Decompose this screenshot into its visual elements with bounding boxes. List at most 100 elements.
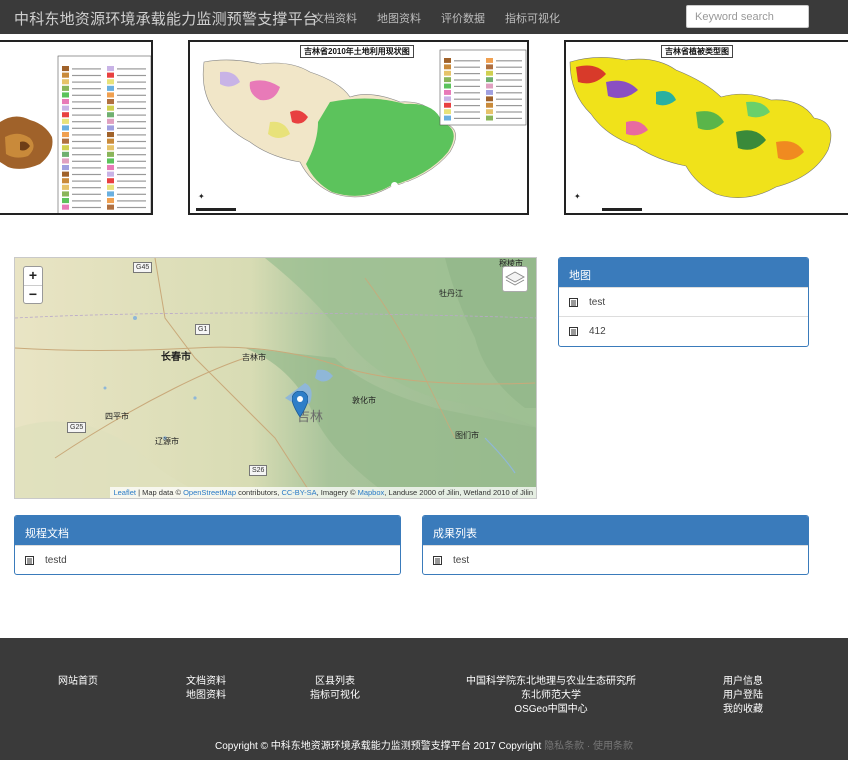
footer-link-counties[interactable]: 区县列表 bbox=[310, 675, 360, 689]
legend-text-line bbox=[496, 92, 522, 94]
list-item-label: 412 bbox=[589, 325, 606, 337]
legend-swatch bbox=[62, 85, 69, 91]
footer-col-data: 区县列表 指标可视化 bbox=[310, 675, 360, 703]
legend-text-line bbox=[454, 105, 480, 107]
legend-text-line bbox=[496, 73, 522, 75]
site-footer: 网站首页 文档资料 地图资料 区县列表 指标可视化 中国科学院东北地理与农业生态… bbox=[0, 638, 848, 760]
footer-link-login[interactable]: 用户登陆 bbox=[723, 689, 763, 703]
legend-swatch bbox=[62, 138, 69, 144]
list-item[interactable]: test bbox=[559, 287, 808, 316]
legend-text-line bbox=[117, 187, 146, 189]
panel-docs: 规程文档 testd bbox=[14, 515, 401, 575]
carousel-dot-1[interactable] bbox=[391, 182, 398, 189]
panel-results-title: 成果列表 bbox=[423, 516, 808, 545]
legend-swatch bbox=[107, 151, 114, 157]
legend-swatch bbox=[486, 109, 493, 115]
legend-swatch bbox=[62, 105, 69, 111]
list-item[interactable]: test bbox=[423, 545, 808, 574]
footer-link-home[interactable]: 网站首页 bbox=[58, 675, 98, 689]
city-label-liaoyuan: 辽源市 bbox=[155, 437, 179, 446]
legend-text-line bbox=[454, 117, 480, 119]
legend-swatch bbox=[107, 85, 114, 91]
privacy-link[interactable]: 隐私条款 bbox=[544, 741, 584, 752]
map-marker-icon[interactable] bbox=[292, 391, 308, 417]
legend-text-line bbox=[117, 101, 146, 103]
city-label-jilin: 吉林市 bbox=[242, 353, 266, 362]
footer-col-home: 网站首页 bbox=[58, 675, 98, 689]
legend-text-line bbox=[496, 111, 522, 113]
city-label-dunhua: 敦化市 bbox=[352, 396, 376, 405]
legend-swatch bbox=[107, 105, 114, 111]
legend-text-line bbox=[72, 94, 101, 96]
legend-text-line bbox=[117, 180, 146, 182]
legend-text-line bbox=[454, 79, 480, 81]
footer-link-docs[interactable]: 文档资料 bbox=[186, 675, 226, 689]
interactive-map[interactable]: G45 G1 G25 S26 穆棱市 牡丹江 长春市 吉林市 敦化市 四平市 辽… bbox=[14, 257, 537, 499]
footer-link-maps[interactable]: 地图资料 bbox=[186, 689, 226, 703]
legend-swatch bbox=[486, 96, 493, 102]
document-icon bbox=[433, 555, 442, 565]
legend-text-line bbox=[496, 79, 522, 81]
terms-link[interactable]: 使用条款 bbox=[593, 741, 633, 752]
site-brand[interactable]: 中科东地资源环境承载能力监测预警支撑平台 bbox=[14, 8, 318, 29]
leaflet-link[interactable]: Leaflet bbox=[113, 488, 136, 497]
carousel-dot-2[interactable] bbox=[403, 182, 410, 189]
footer-link-user-info[interactable]: 用户信息 bbox=[723, 675, 763, 689]
nav-link-indicator-viz[interactable]: 指标可视化 bbox=[505, 10, 560, 26]
legend-swatch bbox=[62, 66, 69, 72]
document-icon bbox=[25, 555, 34, 565]
city-label-siping: 四平市 bbox=[105, 412, 129, 421]
legend-text-line bbox=[496, 117, 522, 119]
legend-text-line bbox=[454, 92, 480, 94]
osm-link[interactable]: OpenStreetMap bbox=[183, 488, 236, 497]
legend-swatch bbox=[62, 99, 69, 105]
map-carousel[interactable]: ✦ 吉林省2010年土地利用现状图 ✦ 吉林省植被类型图 bbox=[0, 34, 848, 220]
panel-results: 成果列表 test bbox=[422, 515, 809, 575]
legend-swatch bbox=[107, 184, 114, 190]
legend-swatch bbox=[107, 145, 114, 151]
legend-swatch bbox=[62, 204, 69, 210]
footer-link-osgeo[interactable]: OSGeo中国中心 bbox=[466, 703, 636, 717]
license-link[interactable]: CC-BY-SA bbox=[281, 488, 316, 497]
svg-text:✦: ✦ bbox=[198, 192, 205, 201]
zoom-in-button[interactable]: + bbox=[24, 267, 42, 285]
legend-swatch bbox=[62, 132, 69, 138]
legend-swatch bbox=[62, 118, 69, 124]
legend-text-line bbox=[117, 200, 146, 202]
nav-link-docs[interactable]: 文档资料 bbox=[313, 10, 357, 26]
legend-swatch bbox=[107, 132, 114, 138]
list-item[interactable]: testd bbox=[15, 545, 400, 574]
mapbox-link[interactable]: Mapbox bbox=[358, 488, 385, 497]
legend-swatch bbox=[62, 171, 69, 177]
city-label-mudanjiang: 牡丹江 bbox=[439, 289, 463, 298]
footer-link-nenu[interactable]: 东北师范大学 bbox=[466, 689, 636, 703]
document-icon bbox=[569, 297, 578, 307]
legend-text-line bbox=[117, 134, 146, 136]
legend-text-line bbox=[496, 66, 522, 68]
legend-swatch bbox=[62, 72, 69, 78]
legend-text-line bbox=[454, 66, 480, 68]
legend-swatch bbox=[107, 191, 114, 197]
layers-control[interactable] bbox=[502, 266, 528, 292]
footer-link-indicator-viz[interactable]: 指标可视化 bbox=[310, 689, 360, 703]
legend-text-line bbox=[454, 85, 480, 87]
footer-link-favorites[interactable]: 我的收藏 bbox=[723, 703, 763, 717]
legend-swatch bbox=[107, 72, 114, 78]
legend-swatch bbox=[444, 115, 451, 121]
search-input[interactable] bbox=[686, 5, 809, 28]
zoom-out-button[interactable]: − bbox=[24, 285, 42, 303]
legend-swatch bbox=[62, 125, 69, 131]
legend-text-line bbox=[454, 60, 480, 62]
legend-text-line bbox=[72, 187, 101, 189]
legend-swatch bbox=[107, 125, 114, 131]
attribution-text-2: contributors, bbox=[236, 488, 282, 497]
list-item[interactable]: 412 bbox=[559, 316, 808, 345]
legend-text-line bbox=[117, 173, 146, 176]
slide-2-title: 吉林省2010年土地利用现状图 bbox=[300, 45, 414, 58]
nav-link-maps[interactable]: 地图资料 bbox=[377, 10, 421, 26]
legend-swatch bbox=[62, 151, 69, 157]
footer-link-iga-cas[interactable]: 中国科学院东北地理与农业生态研究所 bbox=[466, 675, 636, 689]
nav-link-eval-data[interactable]: 评价数据 bbox=[441, 10, 485, 26]
legend-text-line bbox=[72, 88, 101, 90]
svg-text:✦: ✦ bbox=[574, 192, 581, 201]
